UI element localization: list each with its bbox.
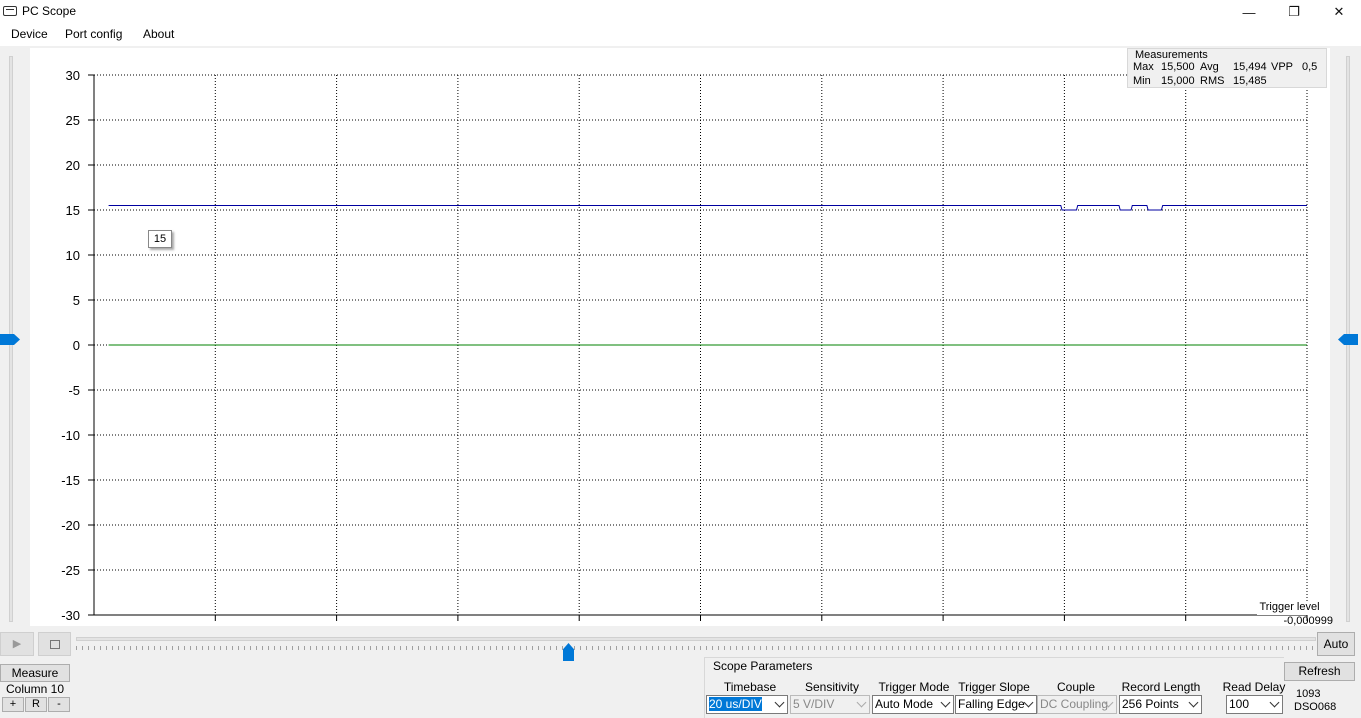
sensitivity-label: Sensitivity [804,680,860,694]
record-length-select[interactable]: 256 Points [1119,695,1202,714]
vpp-value: 0,5 [1302,61,1318,73]
y-tick-label: 30 [66,68,80,83]
y-tick-label: -15 [61,473,80,488]
chevron-down-icon [856,697,867,708]
y-tick-label: 20 [66,158,80,173]
stop-button[interactable] [38,632,71,656]
offset-slider-thumb[interactable] [0,334,20,345]
record-length-label: Record Length [1121,680,1201,694]
avg-label: Avg [1200,61,1219,73]
scope-chart[interactable]: 30 25 20 15 10 5 0 -5 -10 -15 -20 -25 -30 [30,48,1330,626]
timebase-select[interactable]: 20 us/DIV [706,695,788,714]
chevron-down-icon [1269,697,1280,708]
restore-icon: ❐ [1288,4,1300,19]
max-value: 15,500 [1161,61,1195,73]
trigger-slider-thumb[interactable] [1338,334,1358,345]
y-tick-label: -20 [61,518,80,533]
close-icon: ✕ [1333,4,1345,19]
position-slider-track[interactable] [76,637,1316,641]
chevron-down-icon [1188,697,1199,708]
y-tick-label: 15 [66,203,80,218]
close-button[interactable]: ✕ [1316,0,1361,24]
scope-plot: 30 25 20 15 10 5 0 -5 -10 -15 -20 -25 -30 [61,68,1308,623]
status-count: 1093 [1296,688,1321,700]
stop-icon [49,639,60,649]
minimize-icon: — [1242,4,1256,20]
y-tick-label: 25 [66,113,80,128]
min-label: Min [1133,75,1151,87]
y-tick-label: -25 [61,563,80,578]
trigger-slope-label: Trigger Slope [958,680,1030,694]
measure-button[interactable]: Measure [0,664,70,682]
y-tick-label: 10 [66,248,80,263]
measurements-title: Measurements [1135,49,1208,61]
menu-bar: Device Port config About [0,24,1361,46]
sensitivity-select[interactable]: 5 V/DIV [790,695,870,714]
refresh-button[interactable]: Refresh [1284,662,1355,681]
maximize-button[interactable]: ❐ [1271,0,1317,24]
title-bar: PC Scope — ❐ ✕ [0,0,1361,24]
rms-value: 15,485 [1233,75,1267,87]
read-delay-label: Read Delay [1222,680,1286,694]
rms-label: RMS [1200,75,1225,87]
play-button[interactable]: ▶ [0,632,34,656]
trigger-mode-select[interactable]: Auto Mode [872,695,954,714]
min-value: 15,000 [1161,75,1195,87]
y-tick-label: 0 [73,338,80,353]
column-label: Column 10 [6,682,65,696]
measurements-panel: Measurements Max 15,500 Avg 15,494 VPP 0… [1127,48,1327,88]
column-minus-button[interactable]: - [48,697,70,712]
window-title: PC Scope [22,4,77,18]
couple-label: Couple [1056,680,1096,694]
timebase-label: Timebase [723,680,777,694]
position-slider-ticks [76,646,1316,650]
chevron-down-icon [1023,697,1034,708]
cursor-value-label: 15 [148,230,172,248]
vpp-label: VPP [1271,61,1294,73]
column-plus-button[interactable]: + [2,697,24,712]
menu-device[interactable]: Device [11,27,48,41]
trigger-mode-label: Trigger Mode [878,680,950,694]
menu-port-config[interactable]: Port config [65,27,122,41]
chevron-down-icon [940,697,951,708]
avg-value: 15,494 [1233,61,1267,73]
y-tick-label: -30 [61,608,80,623]
trigger-level-label: Trigger level [1257,601,1322,615]
auto-button[interactable]: Auto [1317,632,1355,656]
menu-about[interactable]: About [143,27,174,41]
y-tick-label: -5 [68,383,80,398]
trigger-slope-select[interactable]: Falling Edge [955,695,1037,714]
read-delay-select[interactable]: 100 [1226,695,1283,714]
couple-select[interactable]: DC Coupling [1037,695,1117,714]
play-icon: ▶ [12,638,22,650]
chevron-down-icon [774,697,785,708]
column-reset-button[interactable]: R [25,697,47,712]
app-icon [3,6,17,16]
max-label: Max [1133,61,1154,73]
scope-parameters-title: Scope Parameters [711,659,815,673]
y-tick-label: 5 [73,293,80,308]
trigger-level-value: -0,000999 [1283,615,1333,627]
minimize-button[interactable]: — [1226,0,1272,24]
device-model: DSO068 [1294,701,1337,713]
y-tick-label: -10 [61,428,80,443]
series-line-0 [108,205,1307,211]
